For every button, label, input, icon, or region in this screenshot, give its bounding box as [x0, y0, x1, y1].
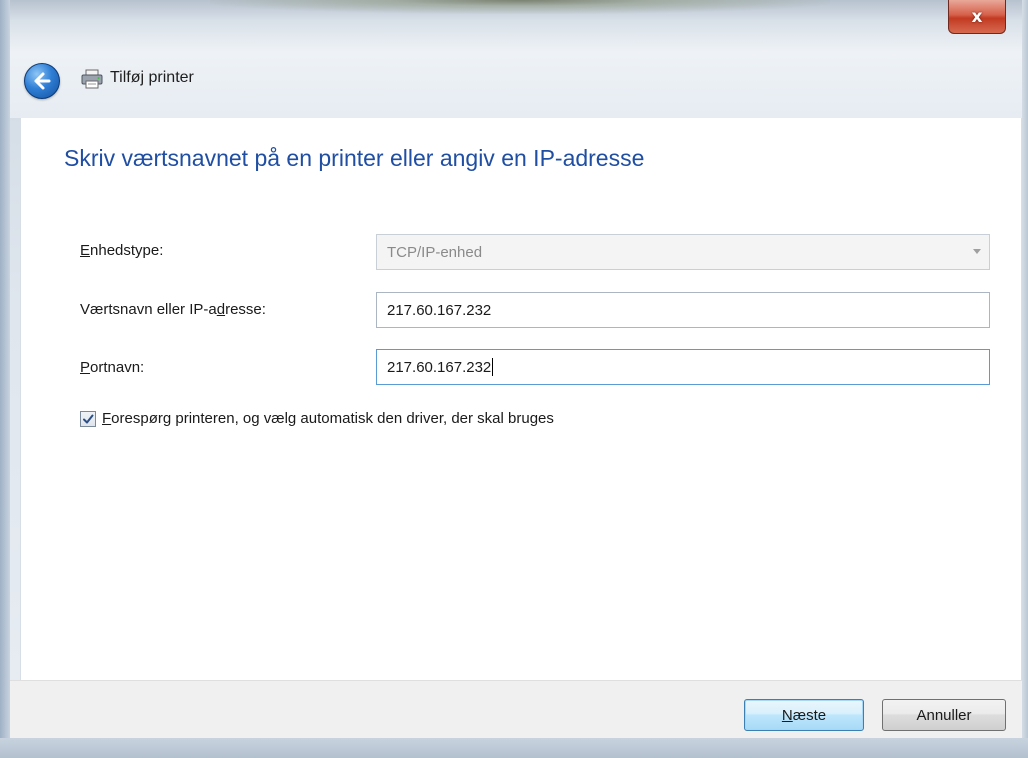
checkmark-icon: [83, 414, 94, 424]
chevron-down-icon: [973, 249, 981, 254]
device-type-label-accel: E: [80, 242, 91, 259]
hostname-input[interactable]: 217.60.167.232: [376, 292, 990, 328]
window-frame-right: [1022, 0, 1028, 758]
device-type-label: Enhedstype:: [80, 242, 163, 259]
next-button-text: æste: [792, 706, 827, 724]
port-name-label-text: ortnavn:: [90, 359, 145, 376]
title-bar-glow: [210, 0, 830, 14]
device-type-value: TCP/IP-enhed: [387, 243, 483, 261]
close-button[interactable]: x: [948, 0, 1006, 34]
window-frame-bottom: [0, 738, 1028, 758]
button-bar: [10, 680, 1022, 738]
query-printer-label[interactable]: Forespørg printeren, og vælg automatisk …: [102, 410, 554, 427]
hostname-label-accel: d: [216, 301, 226, 318]
device-type-label-text: nhedstype:: [90, 242, 164, 259]
text-caret: [492, 358, 494, 376]
port-name-label: Portnavn:: [80, 359, 144, 376]
cancel-button[interactable]: Annuller: [882, 699, 1006, 731]
back-arrow-icon: [34, 72, 51, 90]
hostname-label-post: resse:: [225, 301, 266, 318]
port-name-value: 217.60.167.232: [387, 358, 492, 376]
page-heading: Skriv værtsnavnet på en printer eller an…: [64, 145, 645, 171]
port-name-input[interactable]: 217.60.167.232: [376, 349, 990, 385]
printer-icon: [81, 69, 103, 89]
port-name-label-accel: P: [80, 359, 91, 376]
hostname-label: Værtsnavn eller IP-adresse:: [80, 301, 266, 318]
hostname-value: 217.60.167.232: [387, 301, 492, 319]
query-printer-label-accel: F: [102, 410, 112, 427]
content-panel: [20, 118, 1022, 680]
window-frame-left: [0, 0, 10, 758]
hostname-label-pre: Værtsnavn eller IP-a: [80, 301, 217, 318]
wizard-title: Tilføj printer: [110, 69, 194, 86]
device-type-select[interactable]: TCP/IP-enhed: [376, 234, 990, 270]
close-icon: x: [971, 6, 983, 27]
next-button[interactable]: Næste: [744, 699, 864, 731]
back-button[interactable]: [24, 63, 60, 99]
add-printer-window: x Tilføj printer Skriv værtsnavnet på en…: [0, 0, 1028, 758]
next-button-accel: N: [781, 706, 793, 724]
query-printer-label-text: orespørg printeren, og vælg automatisk d…: [111, 410, 554, 427]
query-printer-checkbox[interactable]: [80, 411, 96, 427]
